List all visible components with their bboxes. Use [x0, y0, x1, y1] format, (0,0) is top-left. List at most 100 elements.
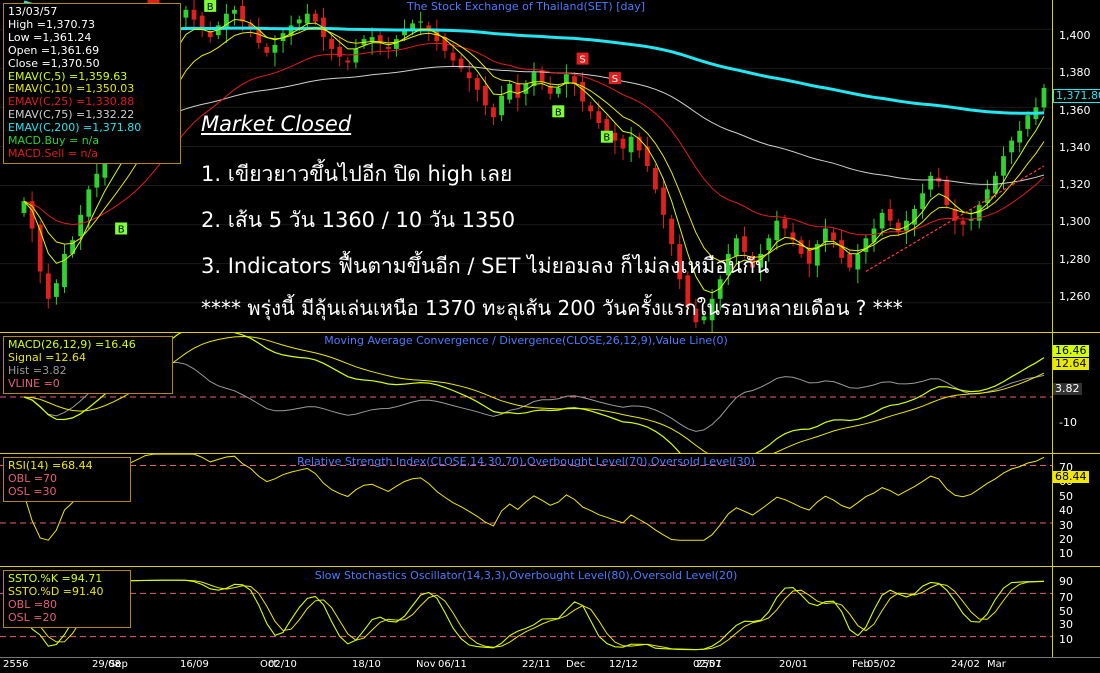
candle-body [839, 240, 844, 258]
candle-body [944, 179, 950, 206]
info-stoch-d: SSTO.%D =91.40 [8, 584, 104, 598]
stoch-y-tick: 30 [1059, 618, 1073, 631]
candle-body [515, 84, 521, 98]
svg-text:S: S [579, 55, 585, 66]
info-high: High =1,370.73 [8, 17, 95, 31]
price-y-tick: 1,320 [1059, 178, 1091, 191]
stoch-y-tick: 70 [1059, 591, 1073, 604]
sell-signal-marker: S [576, 52, 589, 66]
date-label: 06/11 [438, 659, 467, 670]
candle-body [620, 138, 626, 149]
info-hist: Hist =3.82 [8, 363, 67, 377]
rsi-y-tick: 30 [1059, 519, 1073, 532]
info-stoch-osl: OSL =20 [8, 610, 57, 624]
candle-body [1001, 156, 1006, 176]
candle-body [766, 238, 772, 250]
rsi-panel[interactable]: Relative Strength Index(CLOSE,14,30,70),… [0, 454, 1100, 566]
price-y-tick: 1,340 [1059, 141, 1091, 154]
info-macd-sell: MACD.Sell = n/a [8, 146, 98, 160]
candle-body [847, 253, 853, 268]
macd-panel[interactable]: Moving Average Convergence / Divergence(… [0, 333, 1100, 453]
info-macd: MACD(26,12,9) =16.46 [8, 338, 136, 351]
candle-body [45, 273, 51, 299]
candle-body [855, 253, 861, 270]
candle-body [580, 82, 585, 102]
date-label: 2557 [696, 659, 722, 670]
price-info-box: 13/03/57 High =1,370.73 Low =1,361.24 Op… [3, 3, 181, 164]
candle-body [264, 46, 270, 53]
info-close: Close =1,370.50 [8, 56, 100, 70]
candle-body [887, 209, 893, 221]
candle-body [94, 173, 100, 188]
date-label: 24/02 [951, 659, 980, 670]
info-open: Open =1,361.69 [8, 43, 100, 57]
price-y-tick: 1,300 [1059, 215, 1091, 228]
buy-signal-marker: B [115, 222, 128, 235]
date-label: 16/09 [180, 659, 209, 670]
candle-body [272, 44, 278, 53]
rsi-y-tick: 40 [1059, 504, 1073, 517]
candle-body [1009, 140, 1014, 153]
price-panel[interactable]: BBBSBSS The Stock Exchange of Thailand(S… [0, 0, 1100, 332]
candle-body [604, 119, 610, 131]
date-label: 02/10 [268, 659, 297, 670]
date-label: Sep [109, 659, 128, 670]
date-label: Mar [987, 659, 1006, 670]
candle-body [353, 48, 359, 63]
annotation-heading: Market Closed [201, 112, 352, 136]
info-low: Low =1,361.24 [8, 30, 92, 44]
candle-body [669, 218, 674, 245]
signal-value-tag: 12.64 [1053, 357, 1089, 370]
rsi-chart-svg [0, 454, 1052, 541]
buy-signal-marker: B [600, 130, 613, 144]
candle-body [304, 13, 310, 24]
candle-body [653, 168, 658, 190]
candle-body [806, 250, 812, 264]
candle-body [296, 19, 302, 24]
candle-body [450, 52, 456, 61]
date-label: 12/12 [609, 659, 638, 670]
rsi-value-tag: 68.44 [1053, 470, 1089, 483]
annotation-line-3: 3. Indicators ฟื้นตามขึ้นอีก / SET ไม่ยอ… [201, 254, 770, 278]
candle-body [782, 218, 788, 229]
candle-body [337, 46, 343, 57]
candle-body [491, 107, 496, 118]
date-label: 20/01 [779, 659, 808, 670]
rsi-panel-title: Relative Strength Index(CLOSE,14,30,70),… [297, 455, 755, 468]
candle-body [369, 37, 375, 41]
price-y-tick: 1,380 [1059, 66, 1091, 79]
stoch-panel-title: Slow Stochastics Oscillator(14,3,3),Over… [314, 569, 738, 582]
candle-body [612, 132, 618, 141]
candle-body [1017, 130, 1023, 143]
candle-body [984, 189, 990, 204]
rsi-y-tick: 20 [1059, 533, 1073, 546]
price-last-value-tag: 1,371.80 [1053, 89, 1100, 103]
stoch-panel[interactable]: Slow Stochastics Oscillator(14,3,3),Over… [0, 567, 1100, 657]
stoch-k-line [23, 579, 1045, 651]
candle-body [329, 39, 334, 49]
price-y-tick: 1,280 [1059, 253, 1091, 266]
annotation-line-1: 1. เขียวยาวขึ้นไปอีก ปิด high เลย [201, 162, 513, 186]
rsi-plot-area[interactable] [0, 454, 1052, 566]
info-rsi-osl: OSL =30 [8, 484, 57, 498]
candle-body [823, 228, 828, 243]
candle-body [628, 136, 634, 153]
candle-body [831, 232, 836, 241]
candle-body [555, 87, 561, 94]
macd-info-box: MACD(26,12,9) =16.46 Signal =12.64 Hist … [3, 336, 173, 394]
rsi-info-box: RSI(14) =68.44 OBL =70 OSL =30 [3, 457, 131, 502]
candle-body [661, 187, 666, 215]
stoch-y-axis: 90 70 50 30 10 [1052, 567, 1100, 657]
candle-body [466, 72, 472, 79]
candle-body [895, 222, 901, 233]
date-label: Dec [566, 659, 586, 670]
candle-body [474, 78, 480, 90]
info-rsi: RSI(14) =68.44 [8, 459, 93, 472]
macd-value-tag: 16.46 [1053, 344, 1089, 357]
sell-signal-marker: S [608, 72, 621, 85]
info-stoch-k: SSTO.%K =94.71 [8, 572, 103, 585]
svg-text:B: B [555, 107, 562, 118]
info-rsi-obl: OBL =70 [8, 471, 58, 485]
info-vline: VLINE =0 [8, 376, 60, 390]
price-y-tick: 1,260 [1059, 290, 1091, 303]
